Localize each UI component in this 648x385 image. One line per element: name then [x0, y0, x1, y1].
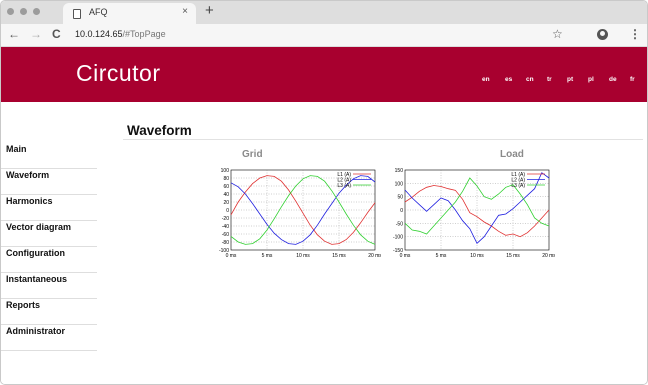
tab-close-icon[interactable]: × [182, 6, 188, 17]
grid-x-tick-label: 10 ms [296, 253, 310, 259]
load-x-tick-label: 10 ms [470, 253, 484, 259]
close-window-icon[interactable] [7, 8, 14, 15]
grid-y-tick-label: 80 [223, 176, 229, 182]
sidebar-item-main[interactable]: Main [1, 143, 97, 169]
load-chart-title: Load [500, 149, 524, 160]
load-y-tick-label: -100 [393, 235, 403, 241]
lang-fr[interactable]: fr [630, 76, 635, 83]
grid-chart-title: Grid [242, 149, 263, 160]
tab-title: AFQ [89, 7, 108, 17]
tab-strip: AFQ × + [1, 1, 647, 24]
grid-y-tick-label: 100 [221, 168, 230, 174]
load-y-tick-label: 150 [395, 168, 404, 174]
reload-icon[interactable]: C [52, 27, 61, 41]
load-x-tick-label: 0 ms [400, 253, 411, 259]
lang-pl[interactable]: pl [588, 76, 594, 83]
sidebar-item-harmonics[interactable]: Harmonics [1, 195, 97, 221]
browser-menu-icon[interactable]: ⋮ [629, 27, 641, 41]
sidebar-item-waveform[interactable]: Waveform [1, 169, 97, 195]
lang-cn[interactable]: cn [526, 76, 534, 83]
address-bar: ← → C 10.0.124.65/#TopPage ☆ ⋮ [1, 24, 647, 47]
grid-x-tick-label: 20 ms [368, 253, 381, 259]
page-title: Waveform [127, 123, 192, 138]
lang-pt[interactable]: pt [567, 76, 573, 83]
maximize-window-icon[interactable] [33, 8, 40, 15]
page-icon [73, 9, 81, 19]
url-host: 10.0.124.65 [75, 29, 123, 39]
new-tab-icon[interactable]: + [205, 2, 214, 19]
load-x-tick-label: 15 ms [506, 253, 520, 259]
url-path: /#TopPage [122, 29, 166, 39]
header-band: Circutor en es cn tr pt pl de fr [1, 47, 647, 102]
load-legend-label: L3 (A) [511, 183, 525, 189]
load-y-tick-label: 0 [400, 208, 403, 214]
grid-y-tick-label: 0 [226, 208, 229, 214]
back-icon[interactable]: ← [8, 27, 20, 41]
sidebar-item-configuration[interactable]: Configuration [1, 247, 97, 273]
page: Circutor en es cn tr pt pl de fr Wavefor… [1, 47, 647, 384]
account-icon[interactable] [597, 29, 608, 40]
lang-es[interactable]: es [505, 76, 512, 83]
grid-waveform-chart: 100806040200-20-40-60-80-1000 ms 5 ms 10 m… [219, 168, 381, 259]
grid-y-tick-label: -60 [222, 232, 229, 238]
title-divider [123, 139, 643, 140]
load-y-tick-label: 100 [395, 181, 404, 187]
sidebar-item-administrator[interactable]: Administrator [1, 325, 97, 351]
sidebar-item-reports[interactable]: Reports [1, 299, 97, 325]
sidebar-item-instantaneous[interactable]: Instantaneous [1, 273, 97, 299]
circutor-logo[interactable]: Circutor [76, 60, 161, 87]
url-field[interactable]: 10.0.124.65/#TopPage [75, 29, 166, 39]
bookmark-star-icon[interactable]: ☆ [552, 27, 563, 41]
lang-en[interactable]: en [482, 76, 490, 83]
load-x-tick-label: 5 ms [436, 253, 447, 259]
grid-x-tick-label: 0 ms [226, 253, 237, 259]
grid-y-tick-label: 40 [223, 192, 229, 198]
grid-y-tick-label: -40 [222, 224, 229, 230]
grid-legend-label: L3 (A) [337, 183, 351, 189]
load-y-tick-label: -50 [396, 221, 403, 227]
minimize-window-icon[interactable] [20, 8, 27, 15]
lang-tr[interactable]: tr [547, 76, 552, 83]
load-waveform-chart: 150100500-50-100-1500 ms 5 ms 10 ms 15 ms 20… [393, 168, 555, 259]
forward-icon[interactable]: → [30, 27, 42, 41]
grid-x-tick-label: 5 ms [262, 253, 273, 259]
grid-y-tick-label: 60 [223, 184, 229, 190]
grid-x-tick-label: 15 ms [332, 253, 346, 259]
sidebar-item-vector-diagram[interactable]: Vector diagram [1, 221, 97, 247]
lang-de[interactable]: de [609, 76, 617, 83]
browser-window: AFQ × + ← → C 10.0.124.65/#TopPage ☆ ⋮ C… [0, 0, 648, 385]
grid-y-tick-label: -20 [222, 216, 229, 222]
grid-y-tick-label: -80 [222, 240, 229, 246]
sidebar-nav: Main Waveform Harmonics Vector diagram C… [1, 143, 97, 351]
grid-y-tick-label: 20 [223, 200, 229, 206]
browser-tab[interactable]: AFQ × [63, 3, 196, 24]
load-y-tick-label: 50 [397, 195, 403, 201]
load-x-tick-label: 20 ms [542, 253, 555, 259]
